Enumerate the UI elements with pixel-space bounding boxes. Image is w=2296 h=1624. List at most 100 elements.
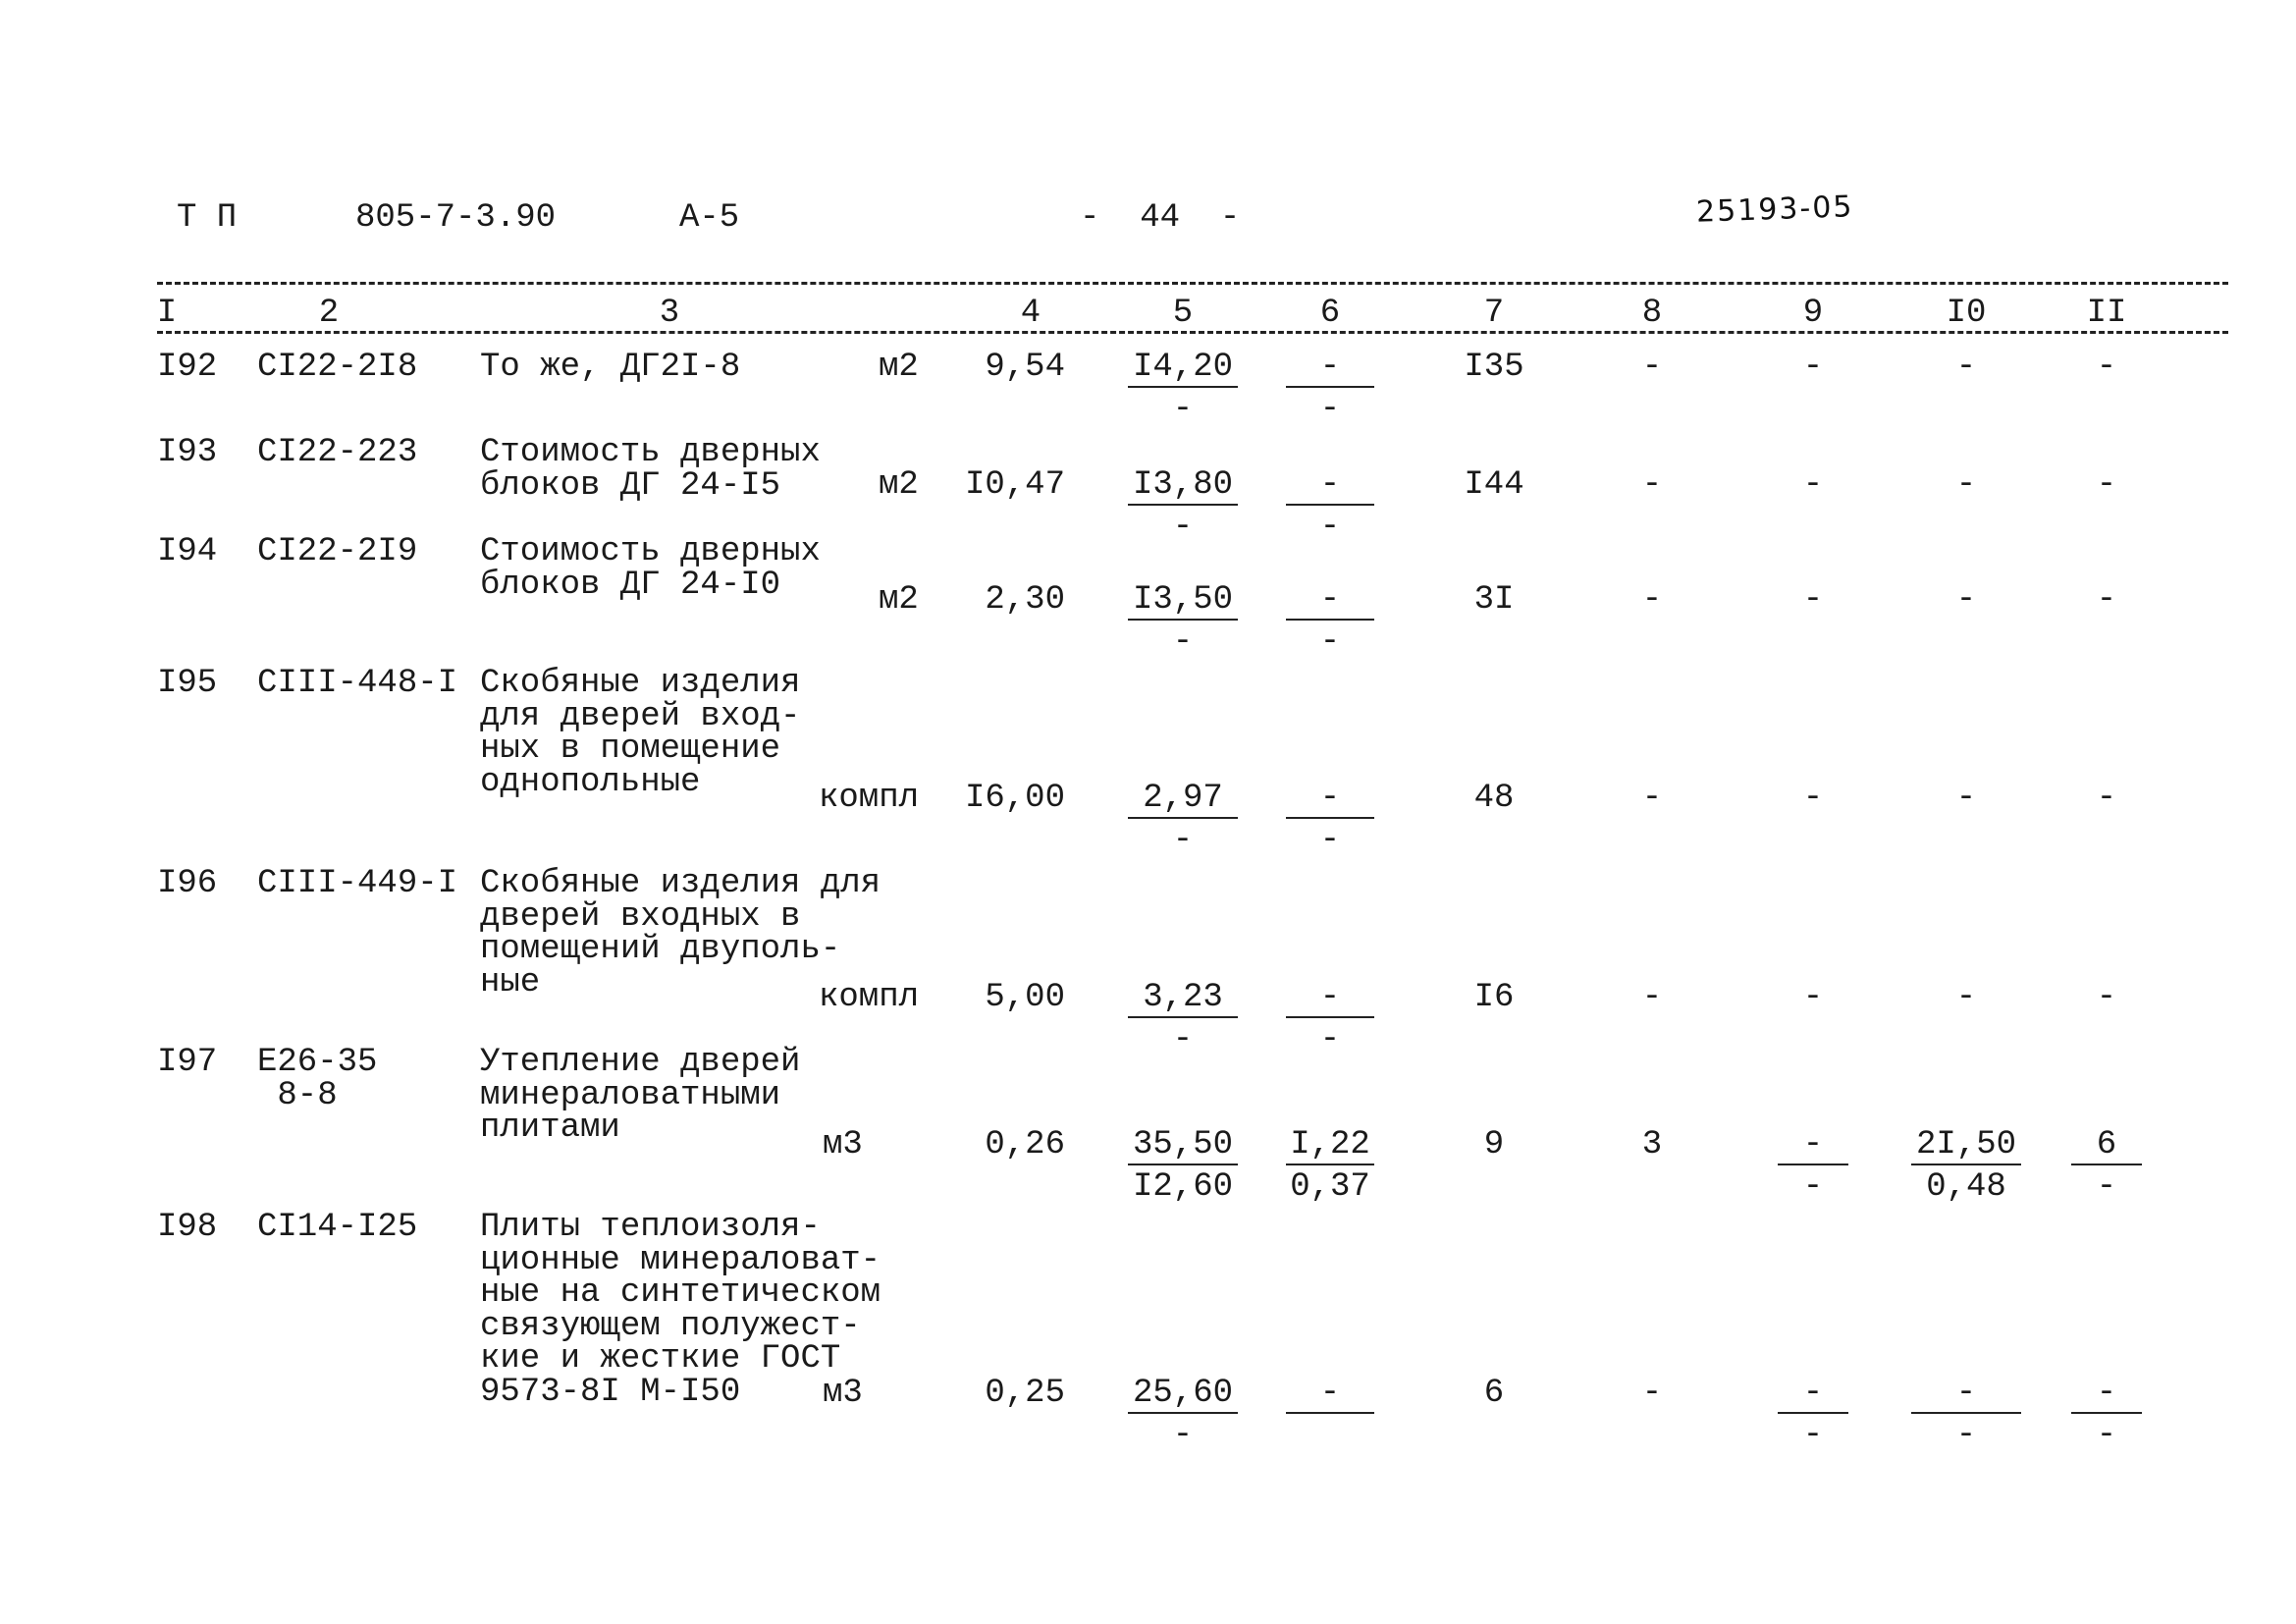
row-quantity: 9,54 xyxy=(985,349,1065,386)
row-c10: 2I,50 0,48 xyxy=(1911,1128,2021,1206)
row-col7-total: I44 xyxy=(1464,466,1524,504)
row-col5-unit-cost-denominator: - xyxy=(1172,623,1194,661)
row-col7-total: 6 xyxy=(1483,1375,1505,1412)
column-header-8: 8 xyxy=(1641,295,1663,332)
row-c9: - xyxy=(1802,780,1824,817)
row-col6-cost-denominator: - xyxy=(1319,509,1341,546)
row-col6-cost-numerator: - xyxy=(1286,583,1374,621)
row-description: плитами xyxy=(480,1110,620,1147)
row-code: СI22-2I8 xyxy=(257,349,418,386)
row-unit: м3 xyxy=(823,1126,863,1164)
row-c9: - xyxy=(1802,349,1824,386)
row-description: То же, ДГ2I-8 xyxy=(480,349,741,386)
row-number: I96 xyxy=(157,865,218,902)
header-bottom-rule xyxy=(157,331,2228,334)
row-col6-cost: - xyxy=(1286,1377,1374,1452)
row-description: однопольные xyxy=(480,763,701,801)
row-col8: 3 xyxy=(1641,1126,1663,1164)
row-description: Стоимость дверных xyxy=(480,533,821,570)
column-header-4: 4 xyxy=(1020,295,1041,332)
row-col6-cost-numerator: - xyxy=(1286,351,1374,388)
row-description: Скобяные изделия xyxy=(480,665,801,702)
row-c11-denominator: - xyxy=(2096,1417,2117,1454)
column-header-3: 3 xyxy=(659,295,680,332)
row-col8: - xyxy=(1641,780,1663,817)
row-c11-numerator: - xyxy=(2071,1377,2142,1414)
row-unit: м2 xyxy=(879,581,919,619)
row-c10-numerator: - xyxy=(1911,1377,2021,1414)
row-col5-unit-cost-numerator: I4,20 xyxy=(1128,351,1238,388)
row-c11: - xyxy=(2096,780,2117,817)
row-col7-total: 48 xyxy=(1473,780,1515,817)
row-c11-denominator: - xyxy=(2096,1168,2117,1206)
row-c10: - xyxy=(1955,979,1977,1016)
row-col6-cost-numerator: - xyxy=(1286,1377,1374,1414)
row-number: I92 xyxy=(157,349,218,386)
row-number: I94 xyxy=(157,533,218,570)
row-code: СI14-I25 xyxy=(257,1209,418,1246)
row-col5-unit-cost-denominator: - xyxy=(1172,1417,1194,1454)
row-c9-denominator: - xyxy=(1802,1168,1824,1206)
row-col5-unit-cost-numerator: 35,50 xyxy=(1128,1128,1238,1165)
row-number: I97 xyxy=(157,1044,218,1081)
row-c9: - xyxy=(1802,979,1824,1016)
row-c10: - xyxy=(1955,349,1977,386)
row-col6-cost: -- xyxy=(1286,583,1374,659)
row-c10: -- xyxy=(1911,1377,2021,1454)
row-col5-unit-cost: 2,97- xyxy=(1128,782,1238,859)
row-col6-cost-numerator: - xyxy=(1286,981,1374,1018)
row-c9: - xyxy=(1802,581,1824,619)
column-header-5: 5 xyxy=(1172,295,1194,332)
column-header-6: 6 xyxy=(1319,295,1341,332)
row-col6-cost-denominator: - xyxy=(1319,1021,1341,1058)
row-col6-cost: -- xyxy=(1286,782,1374,857)
row-col5-unit-cost-denominator: - xyxy=(1172,509,1194,546)
row-code: 8-8 xyxy=(257,1076,338,1114)
row-col5-unit-cost-denominator: - xyxy=(1172,822,1194,859)
row-description: Утепление дверей xyxy=(480,1044,801,1081)
row-c9: -- xyxy=(1778,1128,1848,1206)
row-quantity: 5,00 xyxy=(985,979,1065,1016)
row-number: I98 xyxy=(157,1209,218,1246)
document-series: Т П xyxy=(177,199,238,237)
row-description: минераловатными xyxy=(480,1076,781,1114)
row-col6-cost-denominator xyxy=(1286,1414,1374,1452)
row-col5-unit-cost: I4,20- xyxy=(1128,351,1238,428)
row-col6-cost-numerator: - xyxy=(1286,782,1374,819)
row-col5-unit-cost-numerator: I3,80 xyxy=(1128,468,1238,506)
row-c9: - xyxy=(1802,466,1824,504)
row-c9: -- xyxy=(1778,1377,1848,1454)
row-description: связующем полужест- xyxy=(480,1307,861,1345)
row-c10-denominator: - xyxy=(1955,1417,1977,1454)
row-c10-numerator: 2I,50 xyxy=(1911,1128,2021,1165)
row-description: ных в помещение xyxy=(480,731,781,768)
row-quantity: 0,26 xyxy=(985,1126,1065,1164)
row-c10-denominator: 0,48 xyxy=(1926,1168,2006,1206)
row-c9-denominator: - xyxy=(1802,1417,1824,1454)
row-code: СIII-449-I xyxy=(257,865,458,902)
column-header-2: 2 xyxy=(318,295,340,332)
row-unit: компл xyxy=(819,979,920,1016)
row-description: ционные минераловат- xyxy=(480,1241,881,1279)
row-c11: - xyxy=(2096,581,2117,619)
row-code: Е26-35 xyxy=(257,1044,378,1081)
row-c9-numerator: - xyxy=(1778,1377,1848,1414)
handwritten-reference: 25193-05 xyxy=(1695,189,1854,230)
column-header-11: II xyxy=(2086,295,2127,332)
row-unit: м2 xyxy=(879,466,919,504)
row-col7-total: I6 xyxy=(1473,979,1515,1016)
row-description: блоков ДГ 24-I5 xyxy=(480,466,781,505)
row-description: Скобяные изделия для xyxy=(480,865,881,902)
row-col8: - xyxy=(1641,581,1663,619)
row-col5-unit-cost: I3,50- xyxy=(1128,583,1238,661)
row-col6-cost: I,22 0,37 xyxy=(1286,1128,1374,1204)
row-quantity: I6,00 xyxy=(964,780,1065,817)
row-col5-unit-cost: 35,50 I2,60 xyxy=(1128,1128,1238,1204)
row-col8: - xyxy=(1641,1375,1663,1412)
row-col5-unit-cost-denominator: - xyxy=(1172,391,1194,428)
row-description: для дверей вход- xyxy=(480,697,801,735)
row-description: дверей входных в xyxy=(480,897,801,936)
row-description: кие и жесткие ГОСТ xyxy=(480,1340,841,1378)
row-col6-cost: -- xyxy=(1286,351,1374,426)
row-col6-cost-numerator: - xyxy=(1286,468,1374,506)
